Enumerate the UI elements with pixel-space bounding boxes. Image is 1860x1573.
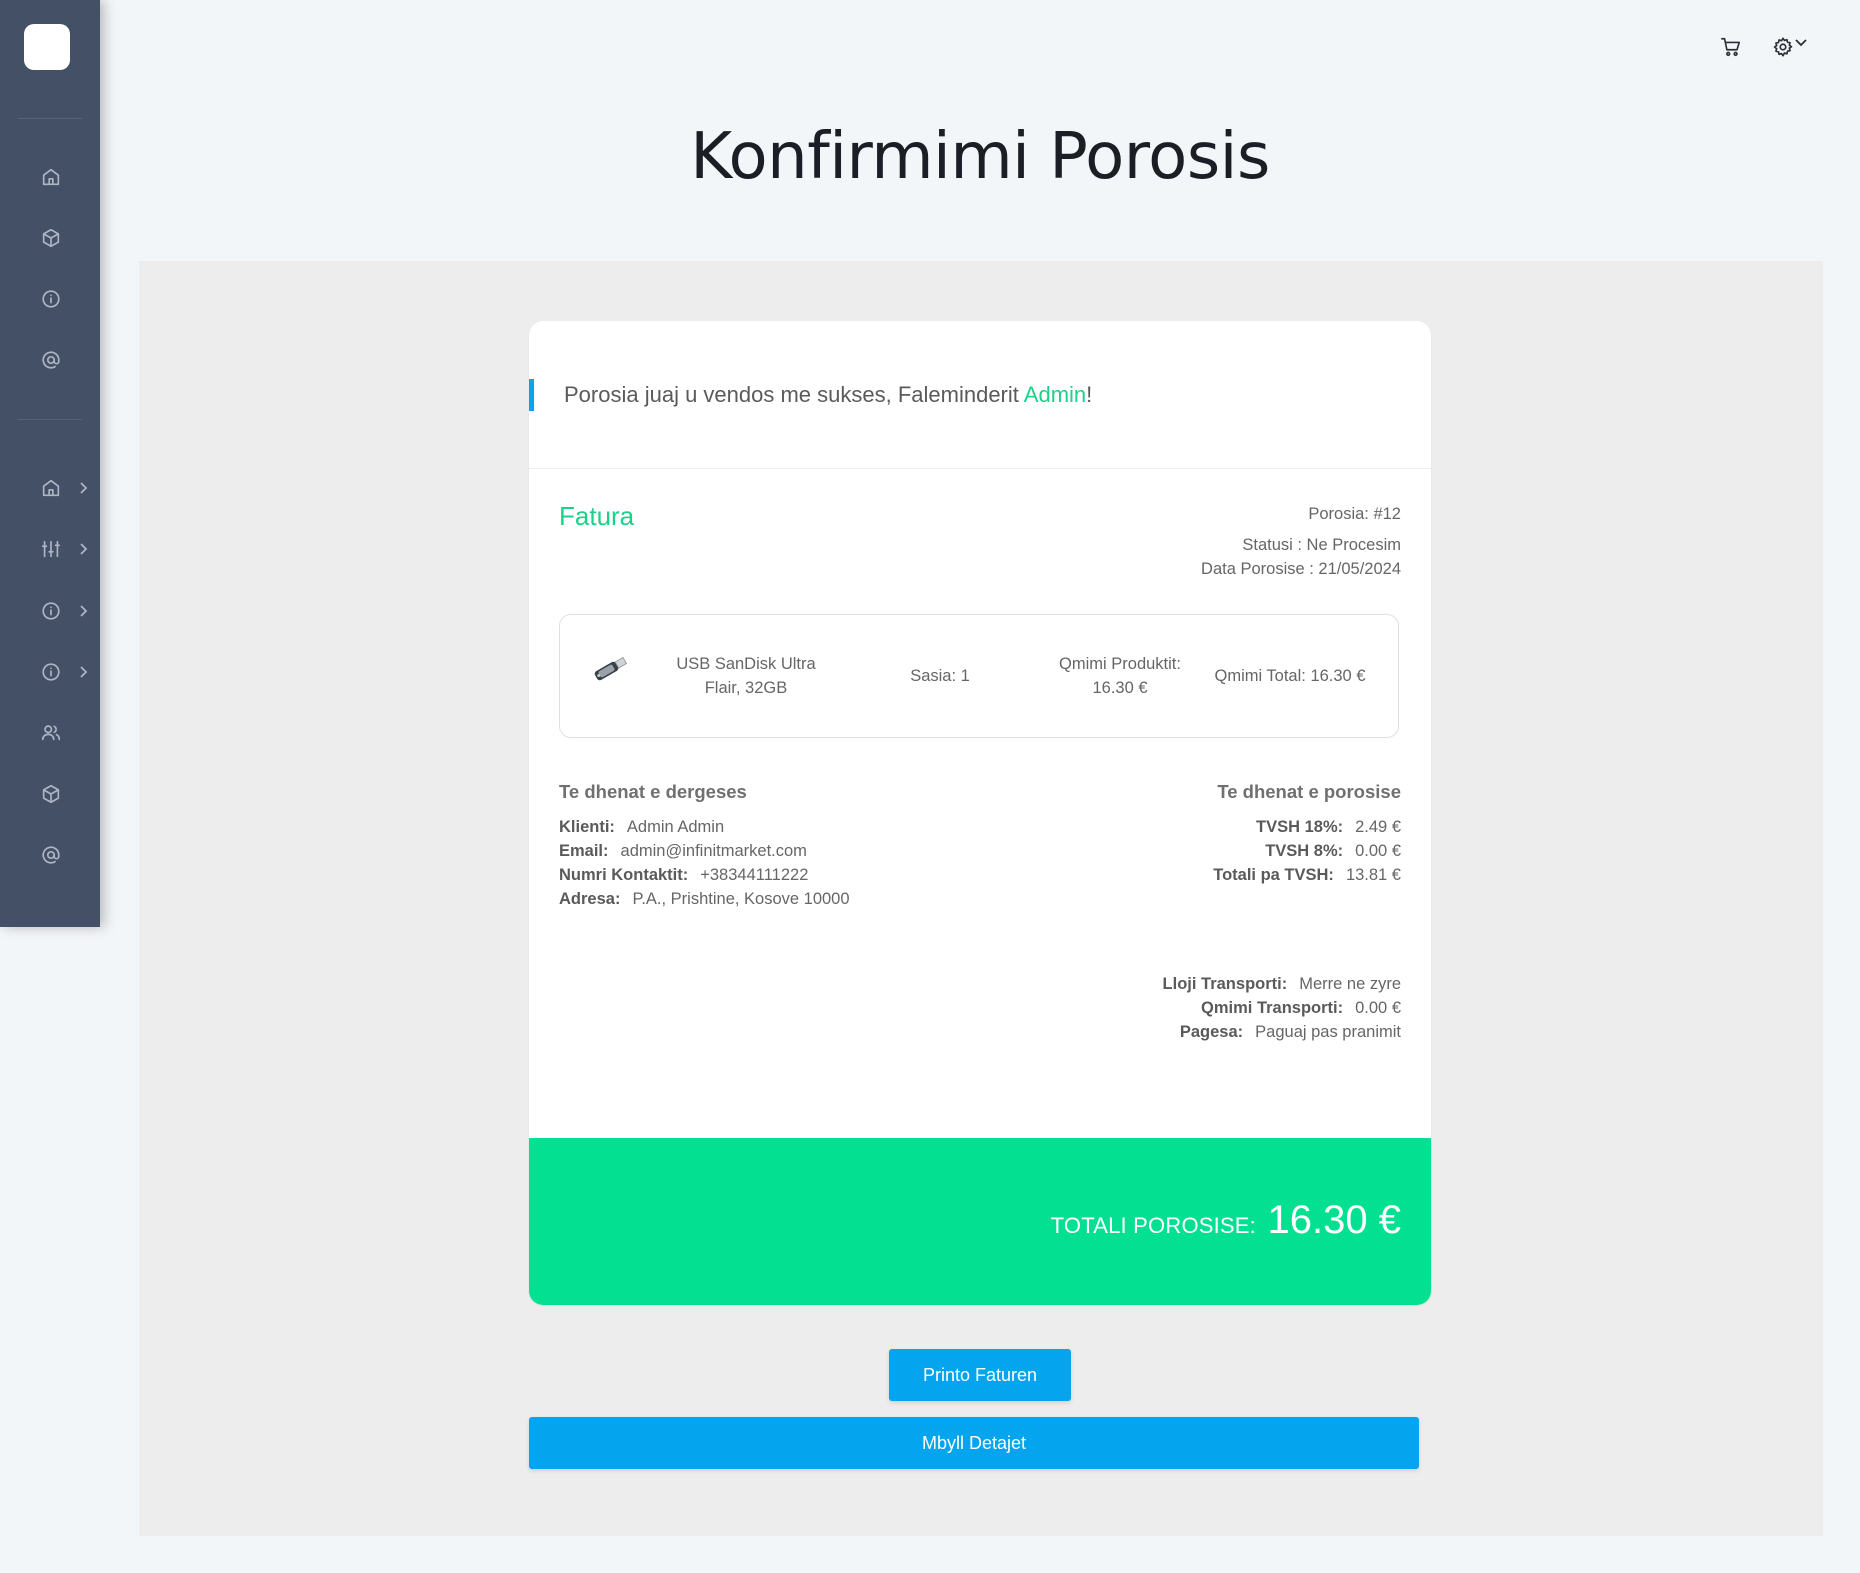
- user-name: Admin: [1023, 382, 1087, 407]
- product-price-value: 16.30 €: [1092, 679, 1148, 697]
- transport-type-label: Lloji Transporti:: [1162, 975, 1288, 993]
- sidebar-item-info-1[interactable]: [40, 600, 62, 622]
- close-details-button[interactable]: Mbyll Detajet: [529, 1417, 1419, 1469]
- sidebar-divider: [18, 118, 82, 119]
- sidebar-divider: [18, 419, 82, 420]
- product-quantity: Sasia: 1: [910, 667, 970, 685]
- phone-value: +38344111222: [700, 866, 809, 884]
- sidebar-item-products[interactable]: [40, 227, 62, 249]
- email-value: admin@infinitmarket.com: [620, 842, 807, 860]
- vat18-label: TVSH 18%:: [1256, 818, 1344, 836]
- gear-icon: [1773, 37, 1793, 57]
- info-icon: [42, 290, 60, 308]
- product-total: Qmimi Total: 16.30 €: [1214, 667, 1366, 685]
- users-icon: [41, 725, 61, 741]
- transport-price-value: 0.00 €: [1355, 999, 1401, 1017]
- subtotal-label: Totali pa TVSH:: [1213, 866, 1334, 884]
- shipping-details-title: Te dhenat e dergeses: [559, 781, 747, 802]
- chevron-right-icon[interactable]: [78, 542, 90, 556]
- page-title: Konfirmimi Porosis: [690, 120, 1270, 194]
- chevron-right-icon[interactable]: [78, 665, 90, 679]
- sidebar-item-info-2[interactable]: [40, 661, 62, 683]
- settings-dropdown[interactable]: [1794, 36, 1808, 50]
- subtotal-row: Totali pa TVSH: 13.81 €: [1213, 866, 1401, 885]
- invoice-title: Fatura: [559, 501, 635, 531]
- chevron-down-icon: [1795, 39, 1807, 47]
- sliders-icon: [41, 540, 61, 558]
- email-label: Email:: [559, 842, 609, 860]
- success-message: Porosia juaj u vendos me sukses, Falemin…: [529, 379, 1092, 411]
- product-name-line1: USB SanDisk Ultra: [676, 655, 816, 673]
- payment-label: Pagesa:: [1179, 1023, 1244, 1041]
- phone-row: Numri Kontaktit: +38344111222: [559, 866, 808, 885]
- payment-value: Paguaj pas pranimit: [1255, 1023, 1401, 1041]
- success-message-text: Porosia juaj u vendos me sukses, Falemin…: [564, 382, 1024, 407]
- address-value: P.A., Prishtine, Kosove 10000: [632, 890, 850, 908]
- vat18-row: TVSH 18%: 2.49 €: [1256, 818, 1401, 837]
- divider: [529, 468, 1431, 469]
- order-number: Porosia: #12: [1308, 505, 1401, 523]
- settings-button[interactable]: [1772, 36, 1794, 58]
- order-total-value: 16.30 €: [1267, 1198, 1401, 1242]
- vat18-value: 2.49 €: [1355, 818, 1401, 836]
- sidebar-item-users[interactable]: [40, 722, 62, 744]
- client-label: Klienti:: [559, 818, 615, 836]
- at-icon: [42, 351, 60, 369]
- transport-price-label: Qmimi Transporti:: [1201, 999, 1344, 1017]
- box-icon: [42, 784, 60, 804]
- product-row: USB SanDisk Ultra Flair, 32GB Sasia: 1 Qm…: [559, 614, 1399, 738]
- cart-icon: [1721, 37, 1741, 57]
- home-icon: [42, 479, 60, 497]
- order-details-title: Te dhenat e porosise: [1217, 781, 1401, 802]
- vat8-row: TVSH 8%: 0.00 €: [1265, 842, 1401, 861]
- transport-price-row: Qmimi Transporti: 0.00 €: [1201, 999, 1401, 1018]
- product-name: USB SanDisk Ultra Flair, 32GB: [656, 615, 836, 737]
- sidebar-item-contact[interactable]: [40, 349, 62, 371]
- sidebar-item-about[interactable]: [40, 288, 62, 310]
- home-icon: [42, 168, 60, 186]
- subtotal-value: 13.81 €: [1345, 866, 1401, 884]
- sidebar-item-admin-home[interactable]: [40, 477, 62, 499]
- chevron-right-icon[interactable]: [78, 604, 90, 618]
- order-confirmation-card: Porosia juaj u vendos me sukses, Falemin…: [529, 321, 1431, 1305]
- vat8-value: 0.00 €: [1355, 842, 1401, 860]
- email-row: Email: admin@infinitmarket.com: [559, 842, 807, 861]
- order-total-bar: TOTALI POROSISE: 16.30 €: [529, 1138, 1431, 1305]
- logo[interactable]: [24, 24, 70, 70]
- order-status: Statusi : Ne Procesim: [1242, 536, 1401, 554]
- print-invoice-button[interactable]: Printo Faturen: [889, 1349, 1071, 1401]
- phone-label: Numri Kontaktit:: [559, 866, 689, 884]
- info-icon: [42, 602, 60, 620]
- sidebar-item-messages[interactable]: [40, 844, 62, 866]
- transport-type-value: Merre ne zyre: [1299, 975, 1401, 993]
- sidebar: [0, 0, 100, 927]
- order-date: Data Porosise : 21/05/2024: [1201, 560, 1401, 578]
- at-icon: [42, 846, 60, 864]
- sidebar-item-home[interactable]: [40, 166, 62, 188]
- order-total-label: TOTALI POROSISE:: [1050, 1213, 1256, 1238]
- chevron-right-icon[interactable]: [78, 481, 90, 495]
- box-icon: [42, 228, 60, 248]
- address-row: Adresa: P.A., Prishtine, Kosove 10000: [559, 890, 850, 909]
- info-icon: [42, 663, 60, 681]
- success-message-suffix: !: [1086, 382, 1093, 407]
- client-value: Admin Admin: [626, 818, 725, 836]
- sidebar-item-orders[interactable]: [40, 783, 62, 805]
- client-row: Klienti: Admin Admin: [559, 818, 724, 837]
- product-price-label: Qmimi Produktit:: [1059, 655, 1181, 673]
- cart-button[interactable]: [1720, 36, 1742, 58]
- usb-drive-image: [594, 656, 628, 681]
- transport-type-row: Lloji Transporti: Merre ne zyre: [1163, 975, 1401, 994]
- sidebar-item-settings[interactable]: [40, 538, 62, 560]
- payment-row: Pagesa: Paguaj pas pranimit: [1180, 1023, 1401, 1042]
- address-label: Adresa:: [559, 890, 621, 908]
- product-name-line2: Flair, 32GB: [704, 679, 788, 697]
- vat8-label: TVSH 8%:: [1265, 842, 1344, 860]
